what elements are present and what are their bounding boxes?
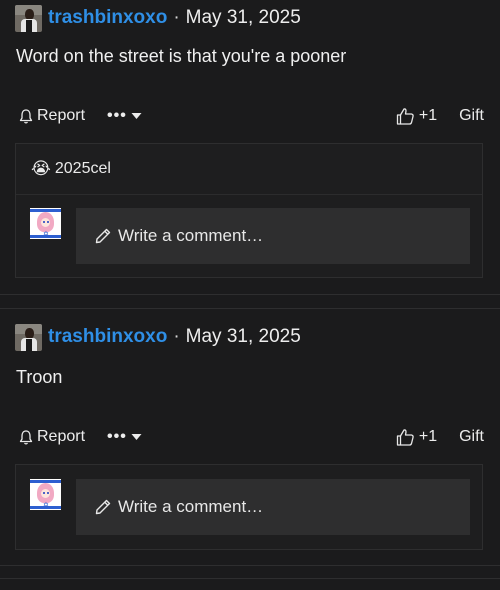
plus-one-button[interactable]: +1 (396, 428, 437, 447)
write-comment-placeholder: Write a comment… (118, 497, 264, 516)
write-comment-placeholder: Write a comment… (118, 226, 264, 245)
plus-one-label: +1 (418, 428, 438, 445)
author-avatar[interactable] (15, 4, 42, 32)
gift-label: Gift (459, 107, 484, 124)
author-avatar[interactable] (15, 323, 42, 351)
more-dots-icon: ••• (107, 107, 127, 124)
thumbs-up-icon (396, 107, 414, 125)
post-header: trashbinxoxo · May 31, 2025 (15, 4, 301, 32)
pencil-icon (95, 228, 111, 244)
more-menu-button[interactable]: ••• (107, 428, 142, 446)
gift-button[interactable]: Gift (459, 428, 484, 446)
post-header: trashbinxoxo · May 31, 2025 (15, 323, 301, 351)
gift-button[interactable]: Gift (459, 107, 484, 125)
author-username[interactable]: trashbinxoxo (48, 7, 167, 29)
post-divider (0, 565, 500, 566)
post-divider (0, 578, 500, 579)
thumbs-up-icon (396, 428, 414, 446)
report-label: Report (37, 107, 86, 124)
post-date: May 31, 2025 (185, 7, 301, 28)
caret-down-icon (131, 434, 142, 440)
gift-label: Gift (459, 428, 484, 445)
post-date: May 31, 2025 (185, 326, 301, 347)
my-avatar: ✡ (30, 208, 61, 239)
report-button[interactable]: Report (18, 428, 85, 446)
more-menu-button[interactable]: ••• (107, 107, 142, 125)
report-button[interactable]: Report (18, 107, 85, 125)
post-actions: Report ••• +1 Gift (18, 104, 484, 128)
post: trashbinxoxo · May 31, 2025 Word on the … (0, 0, 500, 294)
flair: 😭 2025cel (31, 159, 111, 179)
crying-face-icon: 😭 (31, 159, 51, 179)
caret-down-icon (131, 113, 142, 119)
flair-label: 2025cel (54, 160, 111, 177)
post-actions: Report ••• +1 Gift (18, 425, 484, 449)
my-avatar: ✡ (30, 479, 61, 510)
write-comment-button[interactable]: Write a comment… (76, 479, 470, 535)
plus-one-button[interactable]: +1 (396, 107, 437, 126)
post: trashbinxoxo · May 31, 2025 Troon Report… (0, 308, 500, 578)
report-label: Report (37, 428, 86, 445)
comment-section: 😭 2025cel ✡ Write a comment… (15, 143, 483, 278)
post-body: Troon (16, 367, 63, 387)
write-comment-button[interactable]: Write a comment… (76, 208, 470, 264)
feed: trashbinxoxo · May 31, 2025 Word on the … (0, 0, 500, 590)
pencil-icon (95, 499, 111, 515)
comment-section: ✡ Write a comment… (15, 464, 483, 550)
bell-icon (19, 429, 33, 445)
plus-one-label: +1 (418, 107, 438, 124)
post-body: Word on the street is that you're a poon… (16, 46, 347, 66)
header-separator: · (173, 326, 180, 347)
more-dots-icon: ••• (107, 428, 127, 445)
post-divider (0, 294, 500, 295)
bell-icon (19, 108, 33, 124)
author-username[interactable]: trashbinxoxo (48, 326, 167, 348)
comment-divider (16, 194, 482, 195)
header-separator: · (173, 7, 180, 28)
